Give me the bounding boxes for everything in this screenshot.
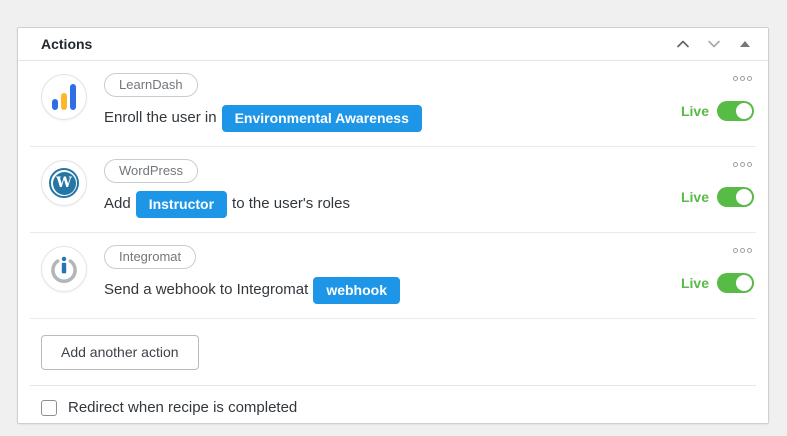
toggle-knob <box>736 103 752 119</box>
wordpress-logo-icon: W <box>49 168 79 198</box>
action-content: WordPress Add Instructor to the user's rol… <box>87 157 681 218</box>
sentence-suffix: to the user's roles <box>232 195 350 212</box>
integration-badge: Integromat <box>104 245 196 269</box>
action-row-wordpress: W WordPress Add Instructor to the user's r… <box>18 147 768 232</box>
dot-icon <box>747 76 752 81</box>
wp-admin-page: { "panel": { "title": "Actions" }, "acti… <box>0 0 787 436</box>
dot-icon <box>740 162 745 167</box>
action-controls: Live <box>681 71 754 132</box>
actions-panel: Actions LearnDash Enroll the user in Envi… <box>17 27 769 424</box>
dot-icon <box>740 248 745 253</box>
action-row-integromat: Integromat Send a webhook to Integromat w… <box>18 233 768 318</box>
actions-list: LearnDash Enroll the user in Environmenta… <box>18 61 768 385</box>
live-status-label: Live <box>681 275 709 291</box>
move-down-button[interactable] <box>705 35 723 53</box>
webhook-token-button[interactable]: webhook <box>313 277 400 304</box>
add-another-action-button[interactable]: Add another action <box>41 335 199 370</box>
live-status: Live <box>681 187 754 207</box>
action-sentence: Enroll the user in Environmental Awarenes… <box>104 104 681 132</box>
sentence-prefix: Add <box>104 195 131 212</box>
action-row-learndash: LearnDash Enroll the user in Environmenta… <box>18 61 768 146</box>
panel-header-controls <box>674 35 754 53</box>
toggle-knob <box>736 275 752 291</box>
chevron-up-icon <box>675 36 691 52</box>
learndash-icon <box>41 74 87 120</box>
panel-title: Actions <box>41 36 92 52</box>
bar-chart-icon <box>52 84 76 110</box>
wordpress-icon: W <box>41 160 87 206</box>
live-status: Live <box>681 101 754 121</box>
action-controls: Live <box>681 243 754 304</box>
toggle-knob <box>736 189 752 205</box>
action-sentence: Add Instructor to the user's roles <box>104 190 681 218</box>
live-status-label: Live <box>681 189 709 205</box>
live-status: Live <box>681 273 754 293</box>
role-token-button[interactable]: Instructor <box>136 191 227 218</box>
add-action-area: Add another action <box>18 319 768 385</box>
power-i-icon <box>50 255 78 283</box>
row-options-menu-button[interactable] <box>731 245 754 256</box>
panel-header: Actions <box>18 28 768 61</box>
row-options-menu-button[interactable] <box>731 159 754 170</box>
redirect-checkbox-label: Redirect when recipe is completed <box>68 399 297 416</box>
action-controls: Live <box>681 157 754 218</box>
dot-icon <box>733 162 738 167</box>
live-toggle[interactable] <box>717 273 754 293</box>
triangle-up-icon <box>740 41 750 47</box>
dot-icon <box>733 248 738 253</box>
dot-icon <box>733 76 738 81</box>
action-content: Integromat Send a webhook to Integromat w… <box>87 243 681 304</box>
action-sentence: Send a webhook to Integromat webhook <box>104 276 681 304</box>
panel-footer: Redirect when recipe is completed <box>18 386 768 429</box>
course-token-button[interactable]: Environmental Awareness <box>222 105 422 132</box>
live-toggle[interactable] <box>717 101 754 121</box>
dot-icon <box>747 162 752 167</box>
dot-icon <box>740 76 745 81</box>
dot-icon <box>747 248 752 253</box>
integration-badge: LearnDash <box>104 73 198 97</box>
sentence-prefix: Send a webhook to Integromat <box>104 281 308 298</box>
action-content: LearnDash Enroll the user in Environmenta… <box>87 71 681 132</box>
integromat-icon <box>41 246 87 292</box>
chevron-down-icon <box>706 36 722 52</box>
collapse-panel-button[interactable] <box>736 35 754 53</box>
live-toggle[interactable] <box>717 187 754 207</box>
live-status-label: Live <box>681 103 709 119</box>
row-options-menu-button[interactable] <box>731 73 754 84</box>
sentence-prefix: Enroll the user in <box>104 109 217 126</box>
integration-badge: WordPress <box>104 159 198 183</box>
move-up-button[interactable] <box>674 35 692 53</box>
redirect-checkbox[interactable] <box>41 400 57 416</box>
